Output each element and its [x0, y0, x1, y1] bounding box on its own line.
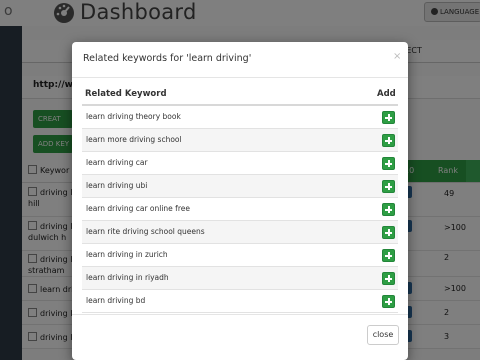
- keyword-text: learn driving in riyadh: [86, 273, 169, 282]
- keyword-row: learn driving car online free: [82, 198, 398, 221]
- keyword-text: learn driving bd: [86, 296, 146, 305]
- keyword-row: learn driving bd: [82, 290, 398, 313]
- divider: [72, 314, 408, 315]
- keyword-text: learn rite driving school queens: [86, 227, 205, 236]
- add-keyword-plus-icon[interactable]: [382, 180, 395, 193]
- add-keyword-plus-icon[interactable]: [382, 157, 395, 170]
- keyword-row: learn driving in zurich: [82, 244, 398, 267]
- add-keyword-plus-icon[interactable]: [382, 226, 395, 239]
- keyword-text: learn driving car online free: [86, 204, 190, 213]
- keyword-text: learn driving in zurich: [86, 250, 168, 259]
- keyword-text: learn driving theory book: [86, 112, 181, 121]
- add-keyword-plus-icon[interactable]: [382, 295, 395, 308]
- add-keyword-plus-icon[interactable]: [382, 249, 395, 262]
- modal-title: Related keywords for 'learn driving': [83, 53, 252, 64]
- related-keywords-modal: Related keywords for 'learn driving' × R…: [72, 42, 408, 360]
- add-column-header: Add: [377, 89, 396, 99]
- keyword-row: learn driving in riyadh: [82, 267, 398, 290]
- add-keyword-plus-icon[interactable]: [382, 272, 395, 285]
- keyword-row: learn more driving school: [82, 129, 398, 152]
- add-keyword-plus-icon[interactable]: [382, 111, 395, 124]
- close-icon[interactable]: ×: [393, 51, 401, 62]
- keyword-text: learn driving car: [86, 158, 148, 167]
- divider: [72, 77, 408, 78]
- close-button[interactable]: close: [367, 325, 399, 345]
- keyword-text: learn more driving school: [86, 135, 182, 144]
- keyword-row: learn driving car: [82, 152, 398, 175]
- add-keyword-plus-icon[interactable]: [382, 134, 395, 147]
- keyword-text: learn driving ubi: [86, 181, 148, 190]
- related-keyword-column-header: Related Keyword: [85, 89, 167, 99]
- add-keyword-plus-icon[interactable]: [382, 203, 395, 216]
- keyword-row: learn driving ubi: [82, 175, 398, 198]
- keyword-row: learn driving theory book: [82, 106, 398, 129]
- keyword-row: learn rite driving school queens: [82, 221, 398, 244]
